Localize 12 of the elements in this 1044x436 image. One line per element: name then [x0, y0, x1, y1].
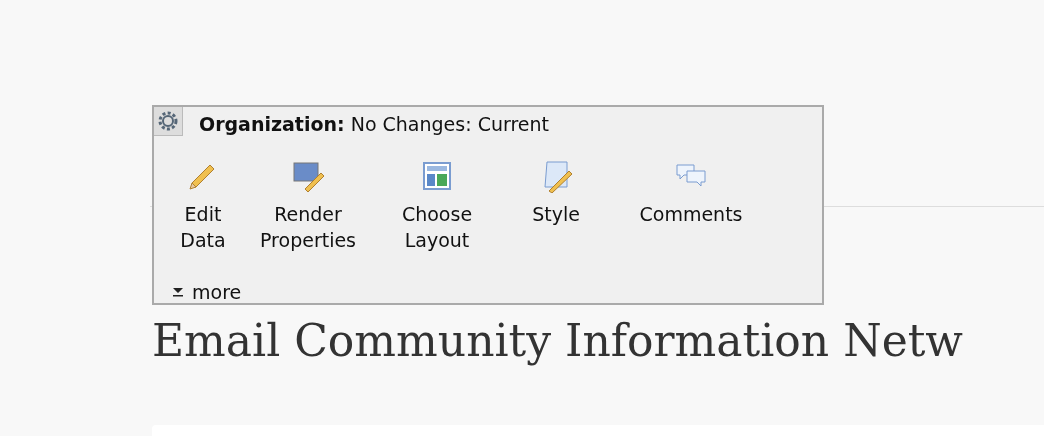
more-button[interactable]: more [172, 281, 242, 303]
layout-icon [420, 159, 454, 193]
monitor-pencil-icon [291, 159, 325, 193]
action-button[interactable]: Comments [616, 159, 766, 227]
section-heading: Email Community Information Netw [152, 314, 964, 368]
action-button[interactable]: Style [496, 159, 616, 227]
action-button[interactable]: Edit Data [168, 159, 238, 253]
settings-icon[interactable] [154, 107, 183, 136]
action-button[interactable]: Render Properties [238, 159, 378, 253]
action-button[interactable]: Choose Layout [378, 159, 496, 253]
caret-icon [172, 287, 184, 297]
panel-title: Organization: No Changes: Current [199, 113, 549, 135]
